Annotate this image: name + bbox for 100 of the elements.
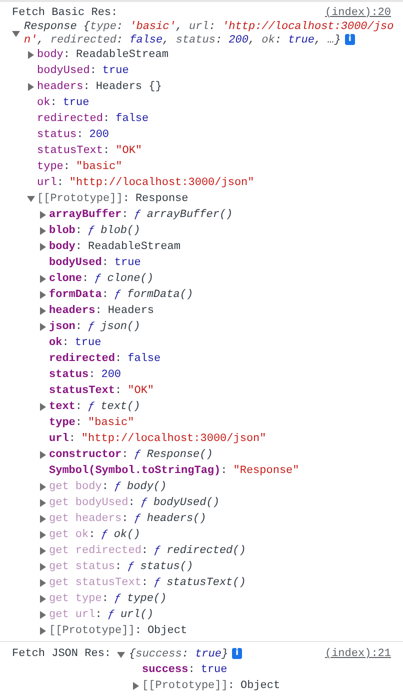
property-key: get ok: [49, 527, 96, 544]
caret-right-icon[interactable] [39, 499, 47, 508]
source-link[interactable]: (index):20 [324, 4, 391, 22]
property-value: 200 [89, 128, 110, 144]
caret-right-icon[interactable] [27, 83, 35, 92]
property-value: Object [147, 624, 188, 640]
property-value: Object [240, 678, 280, 694]
caret-right-icon[interactable] [39, 275, 47, 284]
caret-right-icon[interactable] [132, 682, 140, 690]
caret-right-icon[interactable] [39, 595, 47, 604]
property-value: ƒ text() [88, 400, 140, 416]
property-value: true [200, 662, 228, 678]
property-key: bodyUsed: [49, 255, 108, 272]
caret-right-icon[interactable] [39, 451, 47, 460]
property-key: formData: [49, 287, 108, 304]
property-key: success: [142, 662, 195, 678]
property-key: get status: [49, 559, 122, 576]
property-value: false [116, 112, 149, 128]
caret-right-icon[interactable] [39, 227, 47, 236]
property-key: get bodyUsed: [49, 495, 135, 512]
object-preview[interactable]: Response {type: 'basic', url: 'http://localhost:3000/json', redirected: false, status: 200, ok: true, …} i [24, 21, 401, 48]
property-value: "basic" [88, 416, 134, 432]
caret-right-icon[interactable] [39, 515, 47, 524]
property-key: redirected: [49, 351, 122, 368]
property-key: url: [49, 431, 76, 448]
property-key: statusText: [37, 143, 110, 160]
property-key: status: [37, 127, 84, 144]
caret-right-icon[interactable] [39, 483, 47, 492]
property-value: ƒ clone() [94, 272, 154, 288]
property-value: ƒ arrayBuffer() [134, 208, 233, 224]
property-key: constructor: [49, 447, 128, 464]
property-value: ƒ status() [128, 560, 194, 576]
property-key: body: [37, 47, 70, 64]
caret-right-icon[interactable] [39, 403, 47, 412]
info-badge[interactable]: i [232, 648, 242, 660]
property-value: true [62, 96, 90, 112]
message-label: Fetch JSON Res: [12, 647, 112, 662]
property-value: "Response" [233, 464, 300, 480]
property-value: ƒ Response() [134, 448, 213, 464]
property-value: "http://localhost:3000/json" [69, 176, 254, 192]
property-key: redirected: [37, 111, 110, 128]
property-value: Headers {} [96, 80, 162, 96]
caret-right-icon[interactable] [39, 307, 47, 316]
property-value: true [102, 64, 129, 80]
property-key: clone: [49, 271, 89, 288]
property-value: ReadableStream [76, 48, 168, 64]
caret-right-icon[interactable] [27, 51, 35, 60]
property-value: ƒ type() [114, 592, 167, 608]
property-key: get statusText: [49, 575, 148, 592]
property-key: status: [49, 367, 96, 384]
caret-down-icon[interactable] [27, 195, 35, 204]
property-value: "http://localhost:3000/json" [81, 432, 266, 448]
property-value: ƒ body() [114, 480, 167, 496]
caret-right-icon[interactable] [39, 323, 47, 332]
caret-right-icon[interactable] [39, 211, 47, 220]
property-key: headers: [37, 79, 90, 96]
property-value: "basic" [76, 160, 122, 176]
property-key: blob: [49, 223, 82, 240]
property-key: arrayBuffer: [49, 207, 128, 224]
property-value: "OK" [116, 144, 142, 160]
property-value: 200 [101, 368, 122, 384]
property-key: bodyUsed: [37, 63, 96, 80]
property-key: json: [49, 319, 82, 336]
property-key: url: [37, 175, 64, 192]
property-value: "OK" [128, 384, 154, 400]
caret-down-icon[interactable] [12, 30, 20, 38]
property-value: false [128, 352, 161, 368]
property-value: ƒ url() [108, 608, 154, 624]
property-key: type: [49, 415, 82, 432]
property-key: text: [49, 399, 82, 416]
caret-right-icon[interactable] [39, 291, 47, 300]
property-value: ƒ statusText() [154, 576, 246, 592]
object-preview[interactable]: {success: true} i [129, 648, 242, 662]
caret-right-icon[interactable] [39, 563, 47, 572]
caret-down-icon[interactable] [117, 651, 126, 660]
property-key: headers: [49, 303, 102, 320]
caret-right-icon[interactable] [39, 579, 47, 588]
property-value: ƒ ok() [101, 528, 140, 544]
property-key: get redirected: [49, 543, 148, 560]
property-key: ok: [49, 335, 69, 352]
property-value: ƒ formData() [114, 288, 194, 304]
property-value: ƒ json() [88, 320, 140, 336]
property-key: Symbol(Symbol.toStringTag): [49, 463, 228, 480]
caret-right-icon[interactable] [39, 531, 47, 540]
property-value: Headers [108, 304, 154, 320]
source-link[interactable]: (index):21 [324, 646, 391, 694]
caret-right-icon[interactable] [39, 611, 47, 620]
property-value: ƒ redirected() [154, 544, 246, 560]
property-value: ƒ blob() [88, 224, 140, 240]
property-key: get headers: [49, 511, 128, 528]
info-badge[interactable]: i [344, 34, 355, 45]
caret-right-icon[interactable] [39, 627, 47, 636]
property-value: true [74, 336, 102, 352]
property-key: [[Prototype]]: [37, 191, 130, 208]
caret-right-icon[interactable] [39, 547, 47, 556]
property-key: type: [37, 159, 70, 176]
property-key: get body: [49, 479, 108, 496]
property-key: statusText: [49, 383, 122, 400]
caret-right-icon[interactable] [39, 243, 47, 252]
property-value: Response [135, 192, 188, 208]
